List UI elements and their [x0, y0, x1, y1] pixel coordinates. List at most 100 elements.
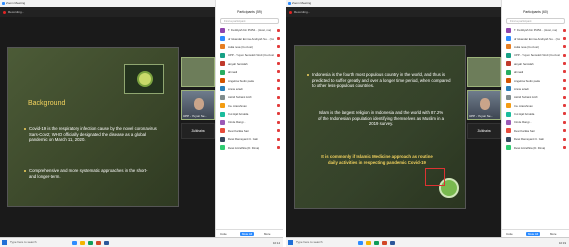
participant-row[interactable]: Annie azadi — [502, 85, 569, 93]
mic-muted-icon[interactable] — [277, 45, 280, 49]
mic-muted-icon[interactable] — [563, 78, 566, 82]
participant-row[interactable]: Cinde Rangi... — [502, 118, 569, 126]
mic-muted-icon[interactable] — [563, 70, 566, 74]
video-tile[interactable]: UPP - Yuyun Se... — [181, 90, 215, 120]
mic-muted-icon[interactable] — [277, 104, 280, 108]
mic-muted-icon[interactable] — [277, 70, 280, 74]
participant-row[interactable]: ahmadi — [502, 68, 569, 76]
mic-muted-icon[interactable] — [563, 53, 566, 57]
participant-row[interactable]: Cinde Rangi... — [216, 118, 283, 126]
participant-list: T. Fuddiyah bin Pt454... (Host, me) dr Is… — [216, 26, 283, 152]
zoom-taskbar-icon[interactable] — [358, 240, 363, 245]
mic-muted-icon[interactable] — [277, 120, 280, 124]
word-taskbar-icon[interactable] — [104, 240, 109, 245]
video-tile[interactable]: Zulkhaira — [181, 123, 215, 139]
mic-muted-icon[interactable] — [563, 62, 566, 66]
participant-row[interactable]: Ca. Ararahman — [216, 102, 283, 110]
participant-row[interactable]: Astrid Suhaini Anifi — [216, 93, 283, 101]
video-tile-name: Zulkhaira — [191, 129, 205, 133]
participant-row[interactable]: UPP - Yuyun Sensdoli Vindi (Co-host) — [502, 51, 569, 59]
word-taskbar-icon[interactable] — [390, 240, 395, 245]
participant-row[interactable]: dr Iskandar Emma Amdiyah Su... (Co-host) — [216, 34, 283, 42]
mute-all-button[interactable]: Mute All — [240, 232, 254, 236]
mic-muted-icon[interactable] — [277, 87, 280, 91]
participant-row[interactable]: dr Iskandar Emma Amdiyah Su... (Co-host) — [502, 34, 569, 42]
powerpoint-taskbar-icon[interactable] — [96, 240, 101, 245]
video-tile-slide[interactable] — [181, 57, 215, 87]
participant-row[interactable]: Cut Hjaf Arnalda — [502, 110, 569, 118]
participant-row[interactable]: Cut Hjaf Arnalda — [216, 110, 283, 118]
participant-row[interactable]: Angelina Sudin pada — [216, 76, 283, 84]
participant-row[interactable]: Ca. Ararahman — [502, 102, 569, 110]
windows-start-icon[interactable] — [288, 240, 293, 245]
participant-row[interactable]: Aulia resa (Co-host) — [216, 43, 283, 51]
avatar — [220, 103, 225, 109]
folder-taskbar-icon[interactable] — [80, 240, 85, 245]
participant-row[interactable]: UPP - Yuyun Sensdoli Vindi (Co-host) — [216, 51, 283, 59]
mic-muted-icon[interactable] — [277, 36, 280, 40]
mic-muted-icon[interactable] — [563, 120, 566, 124]
mic-muted-icon[interactable] — [277, 78, 280, 82]
participant-face — [480, 98, 490, 110]
mic-muted-icon[interactable] — [563, 129, 566, 133]
browser-taskbar-icon[interactable] — [374, 240, 379, 245]
participant-row[interactable]: Desi Kartika Sari — [216, 127, 283, 135]
video-tile-slide[interactable] — [467, 57, 501, 87]
mic-muted-icon[interactable] — [563, 104, 566, 108]
participant-row[interactable]: Aulia resa (Co-host) — [502, 43, 569, 51]
participant-row[interactable]: aisyah hamidah — [216, 60, 283, 68]
mic-muted-icon[interactable] — [563, 28, 566, 32]
mute-all-button[interactable]: Mute All — [526, 232, 540, 236]
participant-row[interactable]: aisyah hamidah — [502, 60, 569, 68]
participant-name: UPP - Yuyun Sensdoli Vindi (Co-host) — [228, 53, 274, 58]
participant-row[interactable]: Desi Kartika Sari — [502, 127, 569, 135]
mic-muted-icon[interactable] — [563, 36, 566, 40]
mic-muted-icon[interactable] — [277, 62, 280, 66]
mic-muted-icon[interactable] — [563, 87, 566, 91]
mic-muted-icon[interactable] — [277, 28, 280, 32]
participant-row[interactable]: ahmadi — [216, 68, 283, 76]
participant-search-input[interactable]: Find a participant — [220, 18, 279, 24]
avatar — [220, 136, 225, 142]
mic-muted-icon[interactable] — [563, 137, 566, 141]
folder-taskbar-icon[interactable] — [366, 240, 371, 245]
taskbar-search[interactable]: Type here to search — [10, 240, 37, 244]
slide-title: Background — [28, 100, 66, 107]
windows-start-icon[interactable] — [2, 240, 7, 245]
mic-muted-icon[interactable] — [563, 145, 566, 149]
video-tile[interactable]: UPP - Yuyun Se... — [467, 90, 501, 120]
invite-button[interactable]: Invite — [506, 232, 513, 236]
recording-bar[interactable]: Recording... — [286, 7, 501, 17]
video-tile[interactable]: Zulkhaira — [467, 123, 501, 139]
powerpoint-taskbar-icon[interactable] — [382, 240, 387, 245]
mic-muted-icon[interactable] — [563, 95, 566, 99]
participant-row[interactable]: Astrid Suhaini Anifi — [502, 93, 569, 101]
record-dot-icon — [3, 11, 6, 14]
browser-taskbar-icon[interactable] — [88, 240, 93, 245]
participant-name: T. Fuddiyah bin Pt454... (Host, me) — [514, 28, 558, 33]
mic-muted-icon[interactable] — [277, 137, 280, 141]
mic-muted-icon[interactable] — [563, 45, 566, 49]
more-button[interactable]: More — [550, 232, 556, 236]
participant-row[interactable]: Annie azadi — [216, 85, 283, 93]
participant-row[interactable]: Angelina Sudin pada — [502, 76, 569, 84]
more-button[interactable]: More — [264, 232, 270, 236]
participant-row[interactable]: T. Fuddiyah bin Pt454... (Host, me) — [502, 26, 569, 34]
participant-search-input[interactable]: Find a participant — [506, 18, 565, 24]
recording-bar[interactable]: Recording... — [0, 7, 215, 17]
mic-muted-icon[interactable] — [277, 145, 280, 149]
taskbar-search[interactable]: Type here to search — [296, 240, 323, 244]
participant-row[interactable]: Dewi Ramayanti C. Gali — [216, 135, 283, 143]
mic-muted-icon[interactable] — [277, 112, 280, 116]
participant-row[interactable]: Dewi Anindhita (D. Dima) — [502, 143, 569, 151]
zoom-taskbar-icon[interactable] — [72, 240, 77, 245]
mic-muted-icon[interactable] — [277, 129, 280, 133]
avatar — [506, 52, 511, 58]
participant-row[interactable]: T. Fuddiyah bin Pt454... (Host, me) — [216, 26, 283, 34]
mic-muted-icon[interactable] — [277, 53, 280, 57]
mic-muted-icon[interactable] — [277, 95, 280, 99]
mic-muted-icon[interactable] — [563, 112, 566, 116]
participant-row[interactable]: Dewi Anindhita (D. Dima) — [216, 143, 283, 151]
participant-row[interactable]: Dewi Ramayanti C. Gali — [502, 135, 569, 143]
invite-button[interactable]: Invite — [220, 232, 227, 236]
